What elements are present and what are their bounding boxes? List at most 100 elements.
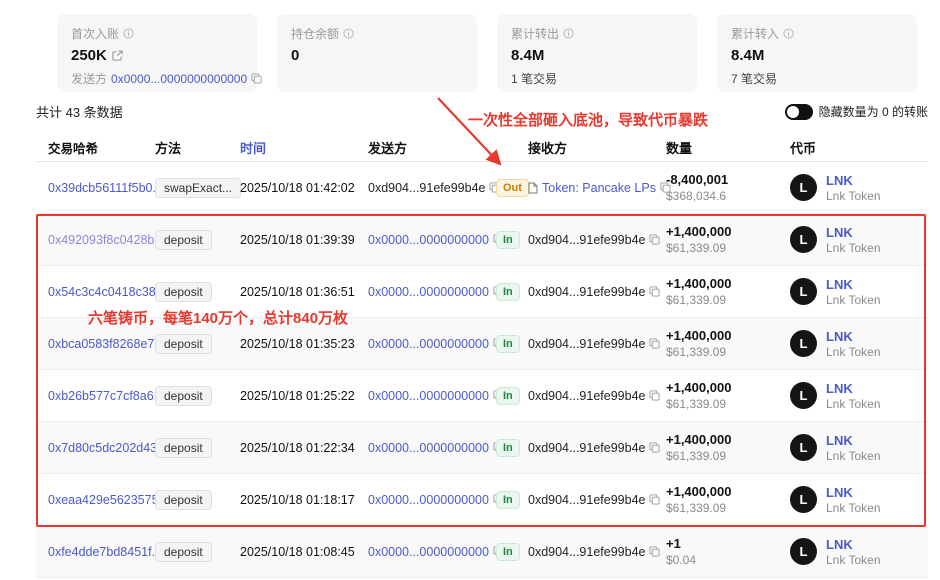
header-from: 发送方 xyxy=(368,138,496,157)
transaction-row: 0x39dcb56111f5b0... swapExact... 2025/10… xyxy=(36,162,928,214)
usd-value: $0.04 xyxy=(666,553,790,567)
copy-icon[interactable] xyxy=(251,73,262,84)
to-address[interactable]: Token: Pancake LPs xyxy=(542,181,656,195)
from-address[interactable]: 0x0000...0000000000 xyxy=(368,545,489,559)
copy-icon[interactable] xyxy=(649,390,660,401)
direction-badge: In xyxy=(496,491,520,509)
token-letter: L xyxy=(800,232,808,247)
stat-value: 0 xyxy=(291,47,299,64)
hide-zero-toggle[interactable] xyxy=(785,104,813,120)
tx-time: 2025/10/18 01:25:22 xyxy=(240,389,368,403)
copy-icon[interactable] xyxy=(649,234,660,245)
copy-icon[interactable] xyxy=(649,494,660,505)
usd-value: $61,339.09 xyxy=(666,501,790,515)
tx-time: 2025/10/18 01:36:51 xyxy=(240,285,368,299)
tx-hash-link[interactable]: 0xb26b577c7cf8a6... xyxy=(48,389,164,403)
to-address[interactable]: 0xd904...91efe99b4e xyxy=(528,285,645,299)
tx-time: 2025/10/18 01:39:39 xyxy=(240,233,368,247)
token-letter: L xyxy=(800,388,808,403)
token-letter: L xyxy=(800,336,808,351)
to-address[interactable]: 0xd904...91efe99b4e xyxy=(528,389,645,403)
info-icon[interactable] xyxy=(123,28,134,39)
token-symbol-link[interactable]: LNK xyxy=(826,485,881,500)
stat-label: 持仓余额 xyxy=(291,25,339,42)
direction-badge: In xyxy=(496,335,520,353)
stat-card-balance: 持仓余额 0 xyxy=(277,14,477,92)
first-sender-address-link[interactable]: 0x0000...0000000000000 xyxy=(111,72,247,86)
from-address[interactable]: 0x0000...0000000000 xyxy=(368,285,489,299)
token-letter: L xyxy=(800,440,808,455)
info-icon[interactable] xyxy=(563,28,574,39)
token-symbol-link[interactable]: LNK xyxy=(826,537,881,552)
sender-prefix-label: 发送方 xyxy=(71,70,107,87)
header-time[interactable]: 时间 xyxy=(240,138,368,157)
from-address[interactable]: 0x0000...0000000000 xyxy=(368,441,489,455)
to-address[interactable]: 0xd904...91efe99b4e xyxy=(528,233,645,247)
tx-hash-link[interactable]: 0x492093f8c0428b... xyxy=(48,233,165,247)
dump-annotation: 一次性全部砸入底池，导致代币暴跌 xyxy=(468,109,708,130)
direction-badge: In xyxy=(496,387,520,405)
amount: +1,400,000 xyxy=(666,276,790,291)
token-letter: L xyxy=(800,492,808,507)
token-symbol-link[interactable]: LNK xyxy=(826,173,881,188)
tx-time: 2025/10/18 01:42:02 xyxy=(240,181,368,195)
token-symbol-link[interactable]: LNK xyxy=(826,277,881,292)
token-icon: L xyxy=(790,226,817,253)
to-address[interactable]: 0xd904...91efe99b4e xyxy=(528,545,645,559)
from-address[interactable]: 0xd904...91efe99b4e xyxy=(368,181,485,195)
external-link-icon[interactable] xyxy=(112,50,123,61)
mint-annotation: 六笔铸币，每笔140万个，总计840万枚 xyxy=(88,307,348,328)
method-button[interactable]: swapExact... xyxy=(155,178,241,198)
from-address[interactable]: 0x0000...0000000000 xyxy=(368,493,489,507)
info-icon[interactable] xyxy=(783,28,794,39)
direction-badge: In xyxy=(496,439,520,457)
to-address[interactable]: 0xd904...91efe99b4e xyxy=(528,441,645,455)
token-icon: L xyxy=(790,486,817,513)
tx-hash-link[interactable]: 0xfe4dde7bd8451f... xyxy=(48,545,162,559)
method-button[interactable]: deposit xyxy=(155,386,212,406)
tx-time: 2025/10/18 01:35:23 xyxy=(240,337,368,351)
table-body: 0x39dcb56111f5b0... swapExact... 2025/10… xyxy=(0,162,940,578)
transaction-row: 0xfe4dde7bd8451f... deposit 2025/10/18 0… xyxy=(36,526,928,578)
copy-icon[interactable] xyxy=(649,442,660,453)
copy-icon[interactable] xyxy=(649,286,660,297)
direction-badge: In xyxy=(496,283,520,301)
direction-badge: Out xyxy=(496,179,529,197)
token-symbol-link[interactable]: LNK xyxy=(826,381,881,396)
direction-badge: In xyxy=(496,231,520,249)
amount: +1,400,000 xyxy=(666,328,790,343)
tx-hash-link[interactable]: 0x7d80c5dc202d43... xyxy=(48,441,168,455)
copy-icon[interactable] xyxy=(649,546,660,557)
tx-hash-link[interactable]: 0xeaa429e5623575... xyxy=(48,493,169,507)
method-button[interactable]: deposit xyxy=(155,230,212,250)
token-icon: L xyxy=(790,174,817,201)
from-address[interactable]: 0x0000...0000000000 xyxy=(368,389,489,403)
header-to: 接收方 xyxy=(528,138,666,157)
tx-hash-link[interactable]: 0x54c3c4c0418c38... xyxy=(48,285,166,299)
method-button[interactable]: deposit xyxy=(155,490,212,510)
amount: -8,400,001 xyxy=(666,172,790,187)
header-method: 方法 xyxy=(155,138,240,157)
tx-hash-link[interactable]: 0xbca0583f8268e7... xyxy=(48,337,165,351)
usd-value: $61,339.09 xyxy=(666,397,790,411)
copy-icon[interactable] xyxy=(649,338,660,349)
method-button[interactable]: deposit xyxy=(155,282,212,302)
usd-value: $61,339.09 xyxy=(666,241,790,255)
tx-count: 7 笔交易 xyxy=(731,70,777,87)
from-address[interactable]: 0x0000...0000000000 xyxy=(368,337,489,351)
transaction-row: 0x7d80c5dc202d43... deposit 2025/10/18 0… xyxy=(36,422,928,474)
from-address[interactable]: 0x0000...0000000000 xyxy=(368,233,489,247)
method-button[interactable]: deposit xyxy=(155,438,212,458)
to-address[interactable]: 0xd904...91efe99b4e xyxy=(528,337,645,351)
tx-hash-link[interactable]: 0x39dcb56111f5b0... xyxy=(48,181,163,195)
stat-value: 8.4M xyxy=(731,47,764,64)
token-symbol-link[interactable]: LNK xyxy=(826,329,881,344)
token-symbol-link[interactable]: LNK xyxy=(826,433,881,448)
contract-icon xyxy=(528,182,538,194)
stat-value: 250K xyxy=(71,47,107,64)
method-button[interactable]: deposit xyxy=(155,542,212,562)
token-symbol-link[interactable]: LNK xyxy=(826,225,881,240)
to-address[interactable]: 0xd904...91efe99b4e xyxy=(528,493,645,507)
method-button[interactable]: deposit xyxy=(155,334,212,354)
info-icon[interactable] xyxy=(343,28,354,39)
